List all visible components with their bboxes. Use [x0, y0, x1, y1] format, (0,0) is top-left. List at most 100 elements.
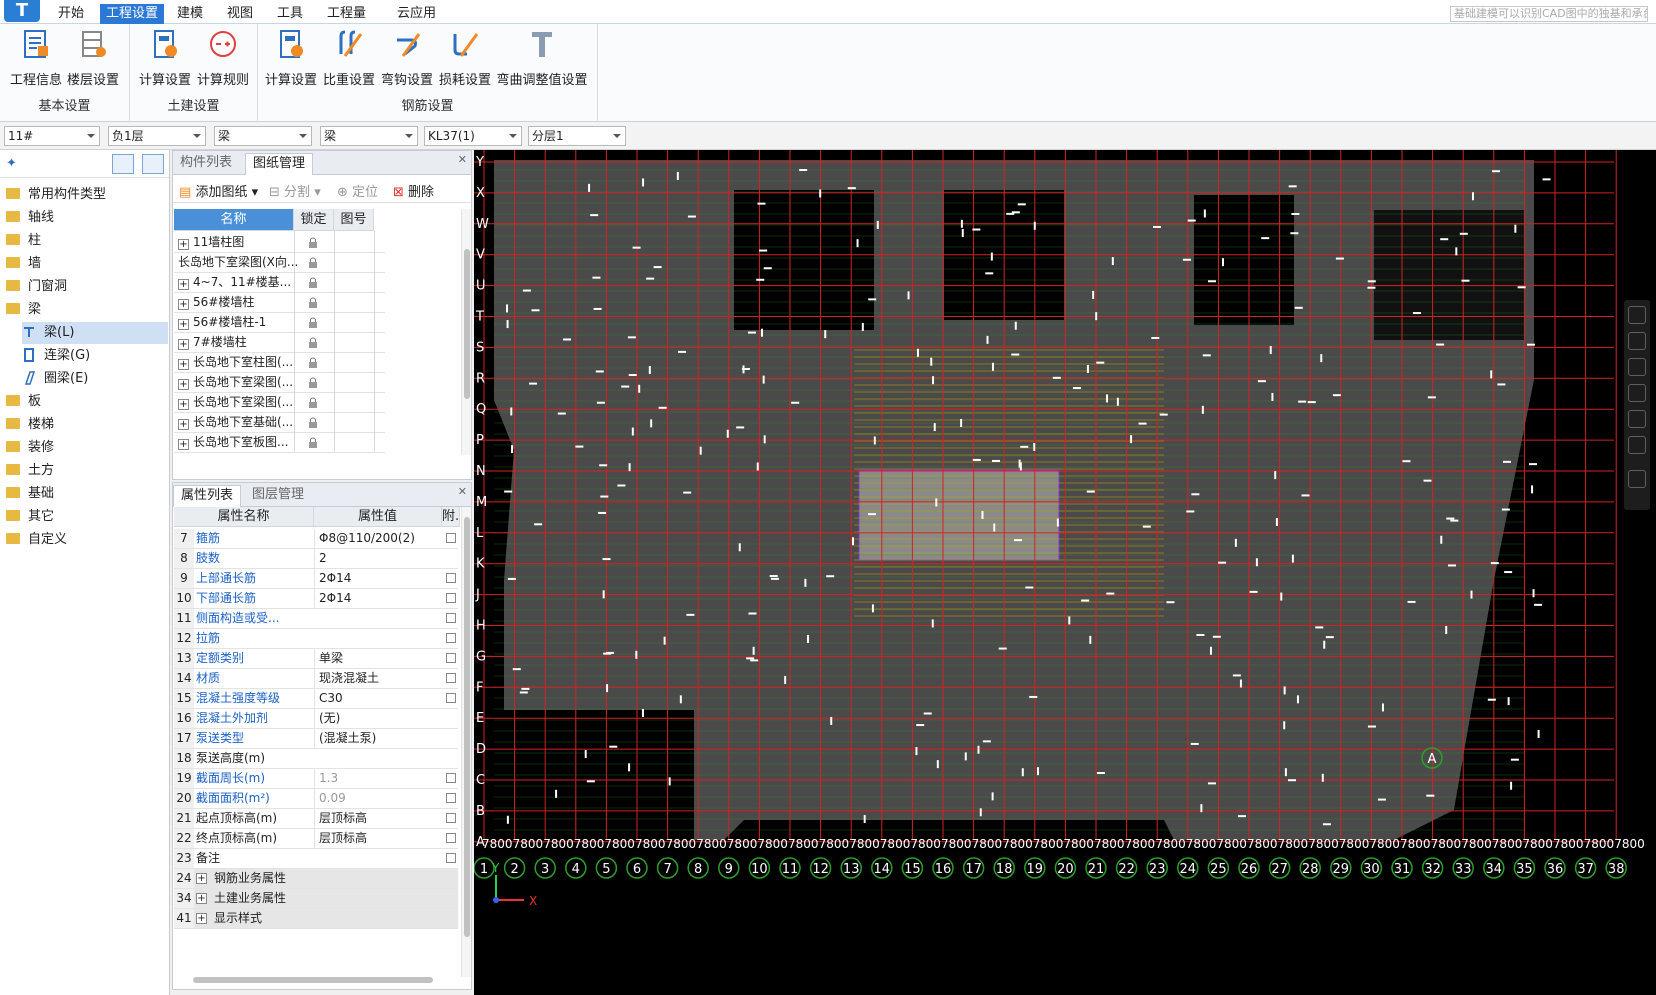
property-row[interactable]: 15 混凝土强度等级 C30	[174, 689, 458, 709]
close-icon[interactable]: ✕	[458, 153, 467, 166]
tree-item-stairs[interactable]: 楼梯	[6, 414, 54, 436]
expand-icon[interactable]: +	[178, 319, 189, 330]
tab-drawing-management[interactable]: 图纸管理	[245, 153, 314, 175]
drawing-row[interactable]: +56#楼墙柱	[174, 293, 385, 313]
drawing-row[interactable]: +4~7、11#楼基...	[174, 273, 385, 293]
lock-icon[interactable]	[308, 257, 318, 268]
property-value[interactable]: 1.3	[314, 769, 442, 788]
tree-item-link-beam[interactable]: 连梁(G)	[22, 345, 90, 367]
locate-button[interactable]: ⊕ 定位	[337, 181, 378, 200]
close-icon[interactable]: ✕	[458, 485, 467, 498]
layers-icon[interactable]	[1628, 470, 1646, 488]
expand-icon[interactable]: +	[178, 279, 189, 290]
drawing-row[interactable]: + 长岛地下室基础(...	[174, 413, 385, 433]
drawing-row[interactable]: 长岛地下室梁图(X向...	[174, 253, 385, 273]
attach-checkbox[interactable]	[446, 633, 456, 643]
menu-tab-modeling[interactable]: 建模	[171, 4, 209, 24]
lock-icon[interactable]	[308, 297, 318, 308]
attach-checkbox[interactable]	[446, 793, 456, 803]
lock-icon[interactable]	[308, 317, 318, 328]
app-logo[interactable]: T	[4, 0, 40, 22]
drawing-row[interactable]: + 长岛地下室柱图(...	[174, 353, 385, 373]
attach-checkbox[interactable]	[446, 853, 456, 863]
menu-tab-view[interactable]: 视图	[221, 4, 259, 24]
property-row[interactable]: 23 备注	[174, 849, 458, 869]
view-top-icon[interactable]	[1628, 358, 1646, 376]
cad-drawing[interactable]: YXWVUTSRQPNMLKJHGFEDCBA78001780027800378…	[474, 150, 1656, 995]
lock-icon[interactable]	[308, 377, 318, 388]
expand-icon[interactable]: +	[178, 359, 189, 370]
tree-item-decoration[interactable]: 装修	[6, 437, 54, 459]
tree-item-common[interactable]: 常用构件类型	[6, 184, 106, 206]
tab-property-list[interactable]: 属性列表	[173, 485, 242, 507]
lock-icon[interactable]	[308, 237, 318, 248]
property-value[interactable]: Φ8@110/200(2)	[314, 529, 442, 548]
property-row[interactable]: 16 混凝土外加剂 (无)	[174, 709, 458, 729]
tree-item-custom[interactable]: 自定义	[6, 529, 67, 551]
expand-icon[interactable]: +	[196, 893, 207, 904]
cad-drawing-canvas[interactable]: Y X W V U T S R Q P N M L K J H G F E D C B A 7800 1 7800 2 7800 3 78…	[474, 150, 1656, 995]
horizontal-scrollbar[interactable]	[193, 977, 433, 983]
attach-checkbox[interactable]	[446, 573, 456, 583]
menu-tab-start[interactable]: 开始	[52, 4, 90, 24]
property-row[interactable]: 34 + 土建业务属性	[174, 889, 458, 909]
project-info-button[interactable]: 工程信息	[7, 28, 65, 92]
tree-item-wall[interactable]: 墙	[6, 253, 41, 275]
hook-settings-button[interactable]: 弯钩设置	[378, 28, 436, 92]
tab-component-list[interactable]: 构件列表	[173, 153, 239, 175]
tree-item-foundation[interactable]: 基础	[6, 483, 54, 505]
attach-checkbox[interactable]	[446, 593, 456, 603]
column-header-lock[interactable]: 锁定	[294, 209, 334, 231]
bend-adjust-settings-button[interactable]: 弯曲调整值设置	[494, 28, 590, 92]
attach-checkbox[interactable]	[446, 833, 456, 843]
view-front-icon[interactable]	[1628, 384, 1646, 402]
menu-tab-cloud[interactable]: 云应用	[391, 4, 442, 24]
drawing-row[interactable]: +56#楼墙柱-1	[174, 313, 385, 333]
element-name-select[interactable]: KL37(1)	[424, 126, 522, 146]
expand-icon[interactable]: +	[178, 239, 189, 250]
tree-item-beam-l[interactable]: 梁(L)	[22, 322, 168, 344]
element-type-select[interactable]: 梁	[214, 126, 312, 146]
add-drawing-button[interactable]: ▤ 添加图纸 ▾	[179, 181, 258, 200]
loss-settings-button[interactable]: 损耗设置	[436, 28, 494, 92]
column-header-drawing-no[interactable]: 图号	[334, 209, 374, 231]
attach-checkbox[interactable]	[446, 773, 456, 783]
property-value[interactable]: 2Φ14	[314, 589, 442, 608]
lock-icon[interactable]	[308, 417, 318, 428]
lock-icon[interactable]	[308, 357, 318, 368]
split-button[interactable]: ⊟ 分割 ▾	[269, 181, 321, 200]
property-row[interactable]: 8 肢数 2	[174, 549, 458, 569]
tree-item-beam[interactable]: 梁	[6, 299, 41, 321]
drawing-row[interactable]: + 长岛地下室梁图(...	[174, 393, 385, 413]
detail-view-icon[interactable]	[142, 154, 164, 174]
expand-icon[interactable]: +	[178, 419, 189, 430]
property-value[interactable]: 现浇混凝土	[314, 669, 442, 688]
property-list-scrollbar[interactable]	[461, 507, 471, 977]
property-value[interactable]: C30	[314, 689, 442, 708]
tab-layer-management[interactable]: 图层管理	[245, 485, 311, 507]
property-row[interactable]: 24 + 钢筋业务属性	[174, 869, 458, 889]
attach-checkbox[interactable]	[446, 613, 456, 623]
calc-rules-button[interactable]: 计算规则	[194, 28, 252, 92]
attach-checkbox[interactable]	[446, 653, 456, 663]
lock-icon[interactable]	[308, 337, 318, 348]
property-row[interactable]: 21 起点顶标高(m) 层顶标高	[174, 809, 458, 829]
scrollbar-thumb[interactable]	[464, 249, 470, 399]
tree-item-slab[interactable]: 板	[6, 391, 41, 413]
property-row[interactable]: 19 截面周长(m) 1.3	[174, 769, 458, 789]
tree-item-earthwork[interactable]: 土方	[6, 460, 54, 482]
expand-icon[interactable]: +	[196, 913, 207, 924]
lock-icon[interactable]	[308, 277, 318, 288]
property-value[interactable]: (混凝土泵)	[314, 729, 442, 748]
drawing-row[interactable]: + 长岛地下室梁图(...	[174, 373, 385, 393]
expand-icon[interactable]: +	[196, 873, 207, 884]
attach-checkbox[interactable]	[446, 673, 456, 683]
attach-checkbox[interactable]	[446, 693, 456, 703]
pan-icon[interactable]	[1628, 436, 1646, 454]
expand-icon[interactable]: +	[178, 339, 189, 350]
property-row[interactable]: 14 材质 现浇混凝土	[174, 669, 458, 689]
search-input[interactable]: 基础建模可以识别CAD图中的独基和承台	[1450, 6, 1648, 22]
property-value[interactable]: 层顶标高	[314, 829, 442, 848]
view-3d-icon[interactable]	[1628, 332, 1646, 350]
tree-item-other[interactable]: 其它	[6, 506, 54, 528]
